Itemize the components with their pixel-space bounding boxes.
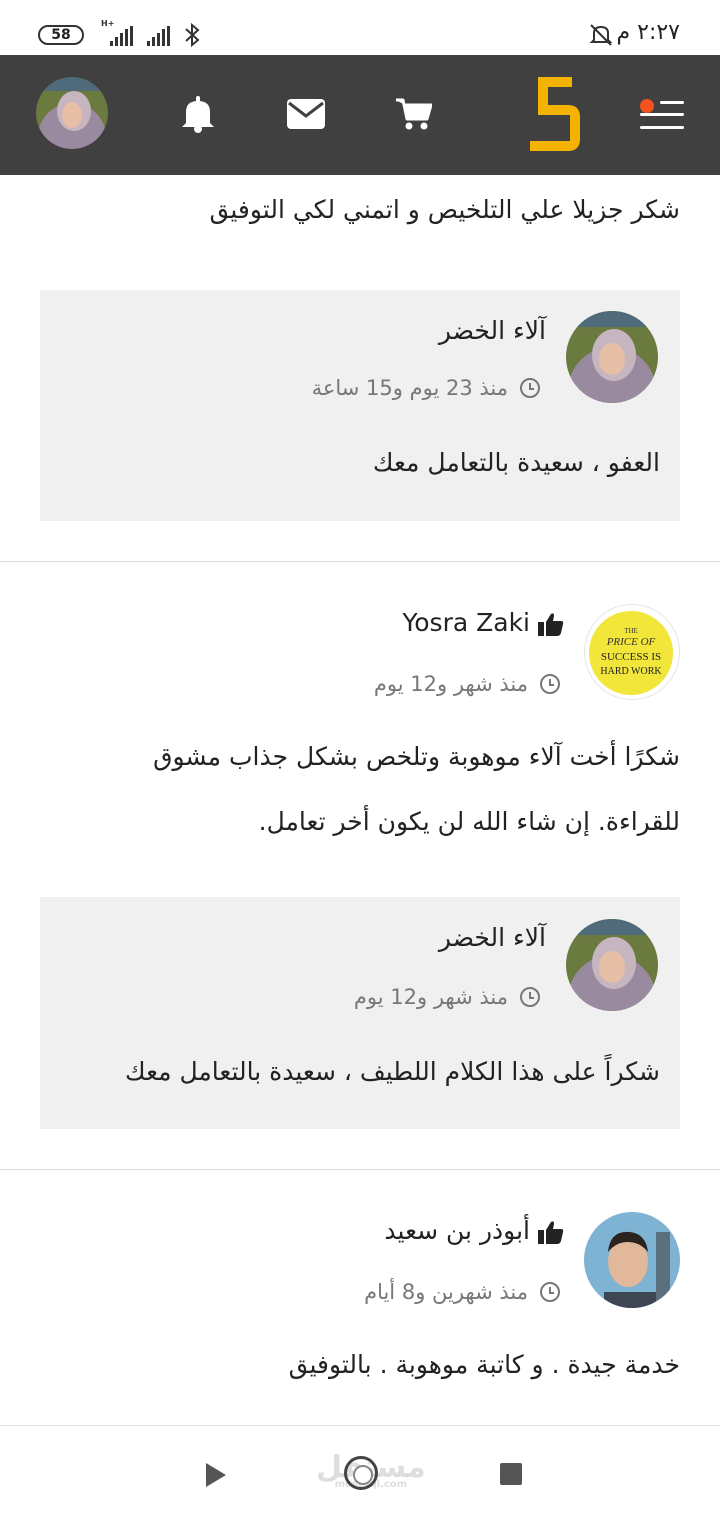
divider: [0, 1169, 720, 1170]
comment-text: شكر جزيلا علي التلخيص و اتمني لكي التوفي…: [209, 195, 680, 224]
cart-icon[interactable]: [396, 97, 432, 131]
reply-text: العفو ، سعيدة بالتعامل معك: [372, 448, 660, 477]
avatar-image: [584, 1212, 680, 1308]
author-name[interactable]: Yosra Zaki: [402, 608, 564, 637]
avatar[interactable]: [584, 1212, 680, 1308]
comment-text: شكرًا أخت آلاء موهوبة وتلخص بشكل جذاب مش…: [153, 742, 680, 771]
avatar[interactable]: [566, 311, 658, 403]
bluetooth-icon: [185, 22, 200, 48]
system-nav-bar: مستقل mostaql.com: [0, 1425, 720, 1520]
avatar-image: [566, 919, 658, 1011]
user-avatar[interactable]: [36, 77, 108, 149]
notification-dot: [640, 99, 654, 113]
clock-icon: [540, 674, 560, 694]
avatar-text: HARD WORK: [600, 666, 662, 677]
author-name[interactable]: أبوذر بن سعيد: [384, 1216, 564, 1245]
comment-time: منذ شهر و12 يوم: [374, 672, 560, 696]
signal-icons: [100, 20, 170, 46]
author-name[interactable]: آلاء الخضر: [439, 316, 546, 345]
mail-icon[interactable]: [287, 99, 325, 129]
reply-box: آلاء الخضر منذ شهر و12 يوم شكراً على هذا…: [40, 897, 680, 1129]
time-text: منذ شهرين و8 أيام: [364, 1280, 528, 1304]
time-text: منذ شهر و12 يوم: [353, 985, 508, 1009]
author-name[interactable]: آلاء الخضر: [439, 923, 546, 952]
back-triangle-icon[interactable]: [204, 1462, 228, 1488]
thumbs-up-icon: [538, 1221, 564, 1244]
time-text: منذ 23 يوم و15 ساعة: [311, 376, 508, 400]
author-label: Yosra Zaki: [402, 608, 530, 637]
reply-text: شكراً على هذا الكلام اللطيف ، سعيدة بالت…: [125, 1057, 660, 1086]
signal-icon: [110, 26, 133, 46]
status-bar: 58 H+ ٢:٢٧ م: [0, 0, 720, 55]
avatar: [36, 77, 108, 149]
avatar-text: THE: [624, 627, 638, 635]
author-label: أبوذر بن سعيد: [384, 1216, 530, 1245]
avatar-image: [566, 311, 658, 403]
reply-box: آلاء الخضر منذ 23 يوم و15 ساعة العفو ، س…: [40, 290, 680, 521]
battery-indicator: 58: [38, 25, 84, 45]
comment-text: للقراءة. إن شاء الله لن يكون أخر تعامل.: [258, 807, 680, 836]
avatar-image: THE PRICE OF SUCCESS IS HARD WORK: [589, 611, 673, 695]
status-time: ٢:٢٧ م: [616, 20, 681, 45]
recent-apps-icon[interactable]: [500, 1463, 522, 1485]
comment-time: منذ شهرين و8 أيام: [364, 1280, 560, 1304]
avatar[interactable]: [566, 919, 658, 1011]
signal-icon: [147, 26, 170, 46]
avatar-text: PRICE OF: [606, 636, 656, 648]
avatar-text: SUCCESS IS: [601, 651, 661, 663]
bell-icon[interactable]: [180, 95, 216, 133]
menu-button[interactable]: [640, 99, 684, 131]
logo-icon[interactable]: [528, 77, 582, 153]
comment-time: منذ شهر و12 يوم: [354, 985, 540, 1009]
home-button[interactable]: [344, 1456, 378, 1490]
clock-icon: [520, 378, 540, 398]
divider: [0, 561, 720, 562]
comments-list: شكر جزيلا علي التلخيص و اتمني لكي التوفي…: [0, 175, 720, 1425]
comment-text: خدمة جيدة . و كاتبة موهوبة . بالتوفيق: [288, 1350, 680, 1379]
clock-icon: [540, 1282, 560, 1302]
avatar[interactable]: THE PRICE OF SUCCESS IS HARD WORK: [584, 604, 680, 700]
clock-icon: [520, 987, 540, 1007]
thumbs-up-icon: [538, 613, 564, 636]
bell-muted-icon: [589, 24, 613, 46]
app-header: [0, 55, 720, 175]
time-text: منذ شهر و12 يوم: [373, 672, 528, 696]
comment-time: منذ 23 يوم و15 ساعة: [312, 376, 540, 400]
